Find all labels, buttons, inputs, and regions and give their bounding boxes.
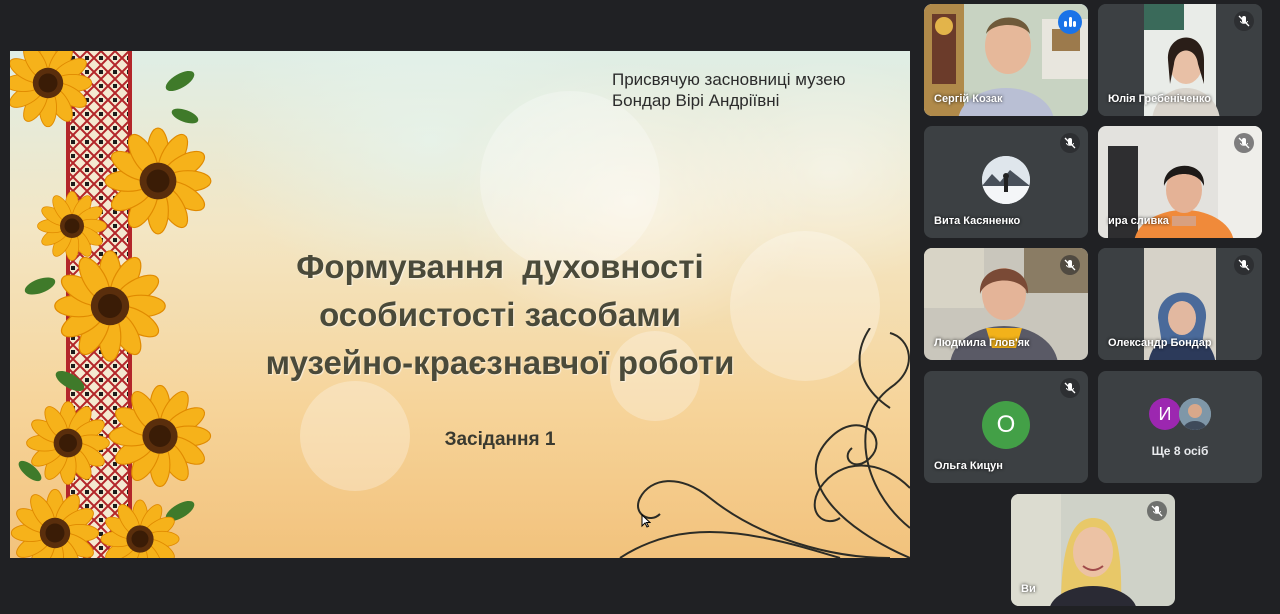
session-label: Засідання 1 — [444, 429, 556, 450]
participant-name: Людмила Глов'як — [934, 337, 1030, 349]
mic-off-icon — [1234, 11, 1254, 31]
dedication-text: Присвячую засновниці музею Бондар Вірі А… — [612, 69, 902, 111]
participant-name: ира сливка — [1108, 215, 1169, 227]
participant-avatar: И — [1149, 398, 1181, 430]
slide-title-line: Формування духовності — [296, 248, 704, 285]
participant-name: Ольга Кицун — [934, 460, 1003, 472]
mic-off-icon — [1060, 133, 1080, 153]
participant-tile[interactable]: Юлія Гребеніченко — [1098, 4, 1262, 116]
participant-name: Олександр Бондар — [1108, 337, 1212, 349]
mouse-cursor-icon — [641, 514, 651, 528]
participant-avatar — [982, 156, 1030, 204]
participant-name: Сергій Козак — [934, 93, 1003, 105]
participant-name: Юлія Гребеніченко — [1108, 93, 1211, 105]
mic-off-icon — [1234, 255, 1254, 275]
presentation-slide: Присвячую засновниці музею Бондар Вірі А… — [10, 51, 910, 558]
bokeh-circle — [300, 381, 410, 491]
dedication-line: Бондар Вірі Андріївні — [612, 91, 780, 110]
participant-avatar — [1179, 398, 1211, 430]
participant-name: Вита Касяненко — [934, 215, 1021, 227]
dedication-line: Присвячую засновниці музею — [612, 70, 846, 89]
more-participants-label: Ще 8 осіб — [1151, 444, 1209, 458]
mic-off-icon — [1060, 255, 1080, 275]
slide-title-line: особистості засобами — [319, 296, 681, 333]
participant-tile[interactable]: Олександр Бондар — [1098, 248, 1262, 360]
slide-title-line: музейно-краєзнавчої роботи — [265, 344, 735, 381]
mic-off-icon — [1060, 378, 1080, 398]
more-participants-tile[interactable]: И Ще 8 осіб — [1098, 371, 1262, 483]
participant-tile[interactable]: Сергій Козак — [924, 4, 1088, 116]
self-view-tile[interactable]: Ви — [1011, 494, 1175, 606]
participant-avatar: О — [982, 401, 1030, 449]
participant-tile[interactable]: Людмила Глов'як — [924, 248, 1088, 360]
participant-tile[interactable]: Вита Касяненко — [924, 126, 1088, 238]
participant-tile[interactable]: О Ольга Кицун — [924, 371, 1088, 483]
mic-off-icon — [1147, 501, 1167, 521]
mic-off-icon — [1234, 133, 1254, 153]
speaking-indicator-icon — [1058, 10, 1082, 34]
participant-name: Ви — [1021, 583, 1036, 595]
participant-tile[interactable]: ира сливка — [1098, 126, 1262, 238]
slide-title: Формування духовності особистості засоба… — [190, 243, 810, 387]
